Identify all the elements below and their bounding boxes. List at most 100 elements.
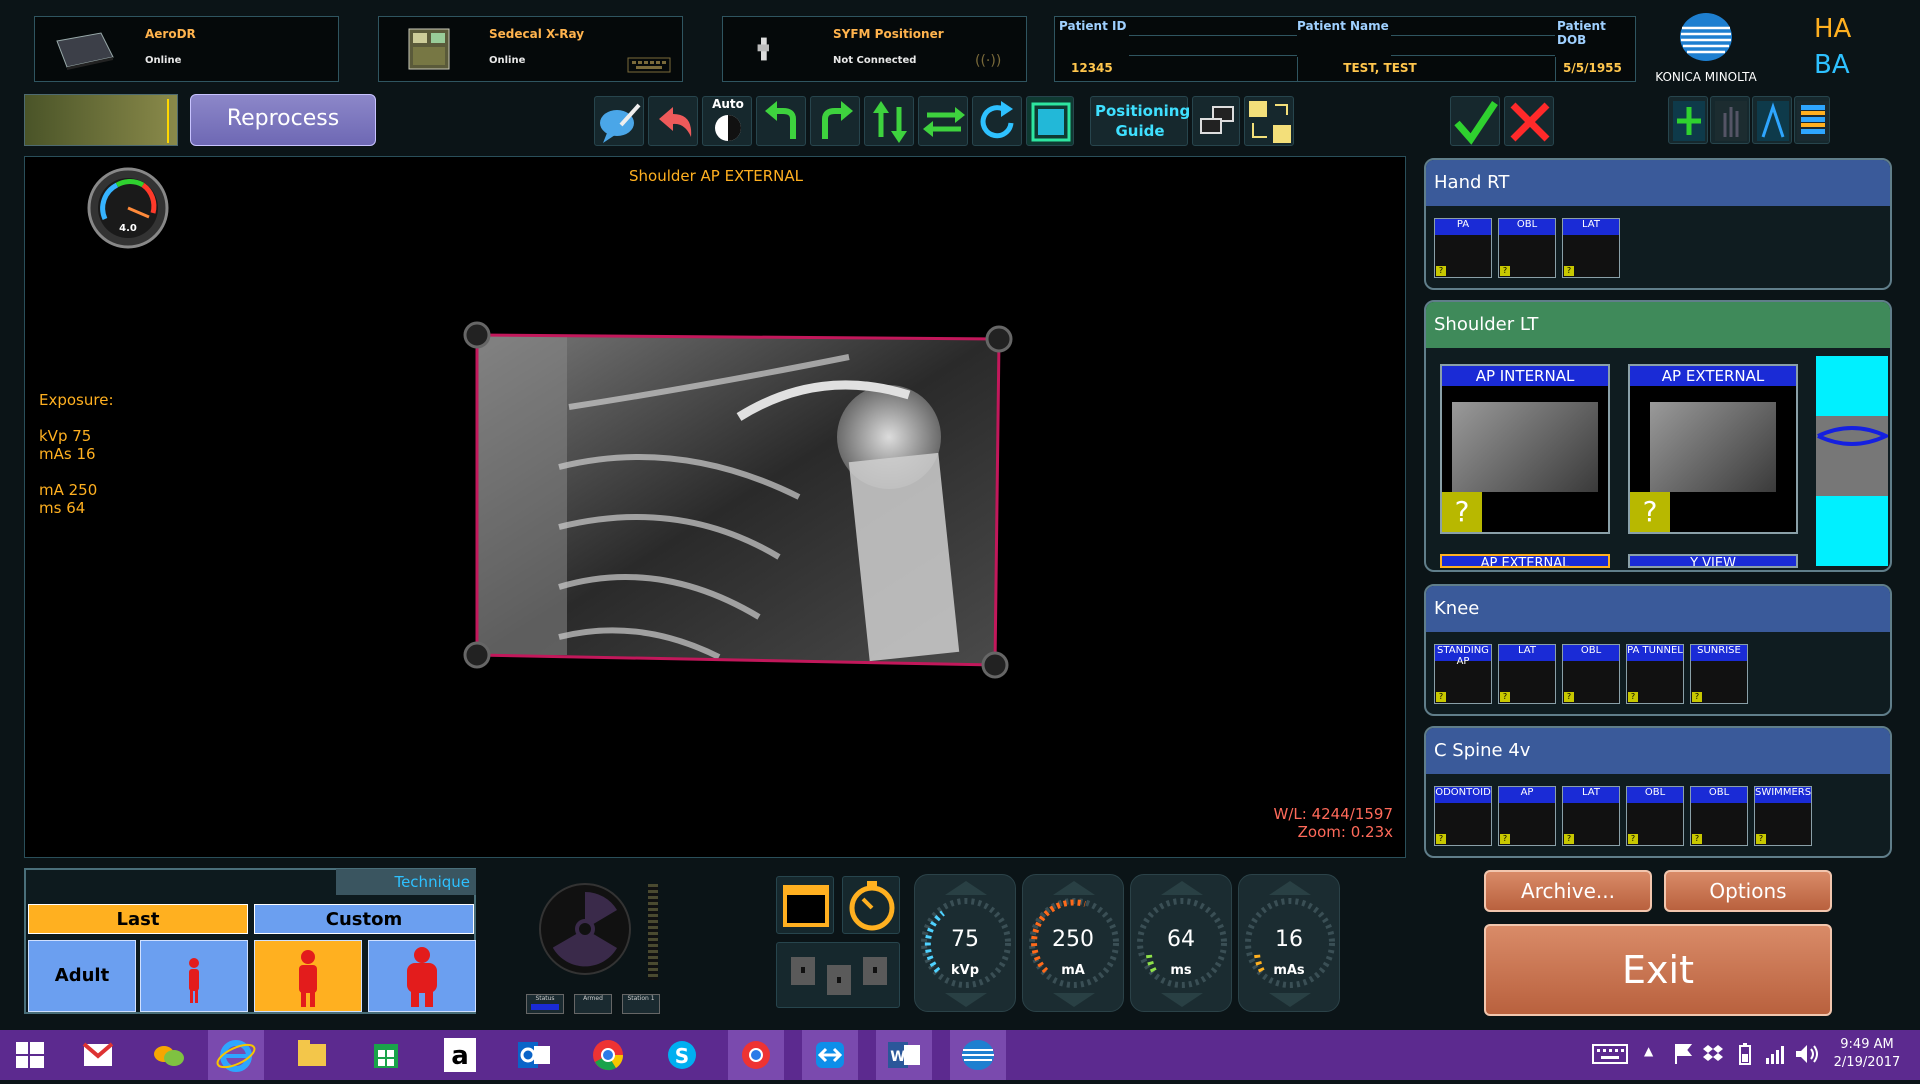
- options-button[interactable]: Options: [1664, 870, 1832, 912]
- flag-icon[interactable]: [1672, 1042, 1694, 1066]
- view-thumb[interactable]: OBL?: [1690, 786, 1748, 846]
- technique-tab[interactable]: Technique: [336, 869, 476, 895]
- last-button[interactable]: Last: [28, 904, 248, 934]
- device-name: SYFM Positioner: [833, 27, 944, 41]
- adult-button[interactable]: Adult: [28, 940, 136, 1012]
- xray-image[interactable]: [439, 287, 1029, 727]
- view-thumb-ap-internal[interactable]: AP INTERNAL ?: [1440, 364, 1610, 534]
- view-label-cut[interactable]: Y VIEW: [1628, 554, 1798, 568]
- reject-button[interactable]: [1504, 96, 1554, 146]
- volume-icon[interactable]: [1794, 1042, 1820, 1066]
- reprocess-button[interactable]: Reprocess: [190, 94, 376, 146]
- flip-vertical-button[interactable]: [864, 96, 914, 146]
- view-thumb[interactable]: ODONTOID?: [1434, 786, 1492, 846]
- hand-view-button[interactable]: [1710, 96, 1750, 144]
- clock[interactable]: 9:49 AM 2/19/2017: [1826, 1036, 1908, 1072]
- view-thumb[interactable]: LAT?: [1498, 644, 1556, 704]
- view-thumb[interactable]: LAT?: [1562, 786, 1620, 846]
- accept-button[interactable]: [1450, 96, 1500, 146]
- windows-logo-icon: [16, 1042, 44, 1068]
- view-thumb[interactable]: SWIMMERS?: [1754, 786, 1812, 846]
- rotate-right-button[interactable]: [810, 96, 860, 146]
- detector-select-button[interactable]: [776, 876, 834, 934]
- medium-body-button[interactable]: [254, 940, 362, 1012]
- mas-gauge[interactable]: 16 mAs: [1238, 874, 1340, 1012]
- question-icon: ?: [1630, 492, 1670, 532]
- custom-button[interactable]: Custom: [254, 904, 474, 934]
- exam-panel-hand[interactable]: Hand RT PA? OBL? LAT?: [1424, 158, 1892, 290]
- store-taskbar-icon[interactable]: [358, 1032, 414, 1080]
- teamviewer-taskbar-icon[interactable]: [802, 1030, 858, 1080]
- worklist-button[interactable]: [1794, 96, 1830, 144]
- auto-label: Auto: [712, 97, 744, 111]
- view-thumb[interactable]: SUNRISE?: [1690, 644, 1748, 704]
- kvp-gauge[interactable]: 75 kVp: [914, 874, 1016, 1012]
- view-thumb-ap-external[interactable]: AP EXTERNAL ?: [1628, 364, 1798, 534]
- start-button[interactable]: [6, 1032, 54, 1080]
- device-sedecal: Sedecal X-Ray Online: [378, 16, 683, 82]
- kvp-readout: kVp 75: [39, 427, 92, 445]
- exit-button[interactable]: Exit: [1484, 924, 1832, 1016]
- timer-button[interactable]: [842, 876, 900, 934]
- armed-indicator: Armed: [574, 994, 612, 1014]
- table-select-button[interactable]: [776, 942, 900, 1008]
- taskbar: a S W ▲ 9:49 AM 2/19/2017: [0, 1030, 1920, 1080]
- view-label: STANDING AP: [1437, 645, 1489, 667]
- ms-gauge[interactable]: 64 ms: [1130, 874, 1232, 1012]
- measure-button[interactable]: [1752, 96, 1792, 144]
- chrome-taskbar-icon[interactable]: [580, 1032, 636, 1080]
- armed-label: Armed: [583, 995, 603, 1002]
- archive-button[interactable]: Archive...: [1484, 870, 1652, 912]
- exam-panel-knee[interactable]: Knee STANDING AP? LAT? OBL? PA TUNNEL? S…: [1424, 584, 1892, 716]
- view-thumb[interactable]: STANDING AP?: [1434, 644, 1492, 704]
- battery-icon[interactable]: [1738, 1042, 1752, 1066]
- exam-panel-shoulder[interactable]: Shoulder LT AP INTERNAL ? AP EXTERNAL ? …: [1424, 300, 1892, 572]
- view-thumb[interactable]: OBL?: [1626, 786, 1684, 846]
- positioning-guide-button[interactable]: Positioning Guide: [1090, 96, 1190, 146]
- add-view-button[interactable]: [1668, 96, 1708, 144]
- view-thumb[interactable]: LAT?: [1562, 218, 1620, 278]
- annotate-button[interactable]: [594, 96, 644, 146]
- view-thumb[interactable]: PA?: [1434, 218, 1492, 278]
- ma-gauge[interactable]: 250 mA: [1022, 874, 1124, 1012]
- image-viewer[interactable]: Shoulder AP EXTERNAL 4.0 Exposure: kVp 7…: [24, 156, 1406, 858]
- keyboard-tray-icon[interactable]: [1592, 1042, 1628, 1066]
- exam-panel-cspine[interactable]: C Spine 4v ODONTOID? AP? LAT? OBL? OBL? …: [1424, 726, 1892, 858]
- gmail-taskbar-icon[interactable]: [70, 1032, 126, 1080]
- view-thumb[interactable]: AP?: [1498, 786, 1556, 846]
- panel-scrollbar[interactable]: [1816, 356, 1890, 566]
- konica-app-taskbar-icon[interactable]: [950, 1030, 1006, 1080]
- patient-dob-label: Patient DOB: [1557, 19, 1606, 47]
- amazon-taskbar-icon[interactable]: a: [432, 1032, 488, 1080]
- auto-button[interactable]: Auto: [702, 96, 752, 146]
- flip-vertical-icon: [873, 101, 907, 143]
- windows-button[interactable]: [1192, 96, 1240, 146]
- view-thumb[interactable]: OBL?: [1498, 218, 1556, 278]
- small-body-button[interactable]: [140, 940, 248, 1012]
- undo-button[interactable]: [648, 96, 698, 146]
- reset-rotation-button[interactable]: [972, 96, 1022, 146]
- chat-taskbar-icon[interactable]: [140, 1032, 196, 1080]
- crop-button[interactable]: [1026, 96, 1074, 146]
- view-thumb[interactable]: PA TUNNEL?: [1626, 644, 1684, 704]
- outlook-taskbar-icon[interactable]: [506, 1032, 562, 1080]
- skype-taskbar-icon[interactable]: S: [654, 1032, 710, 1080]
- signal-strength-icon[interactable]: [1764, 1042, 1786, 1066]
- x-icon: [1510, 102, 1550, 142]
- explorer-taskbar-icon[interactable]: [284, 1032, 340, 1080]
- swap-layout-button[interactable]: [1244, 96, 1294, 146]
- panel-title: C Spine 4v: [1426, 728, 1890, 774]
- chevron-up-icon[interactable]: ▲: [1644, 1044, 1660, 1064]
- dropbox-icon[interactable]: [1702, 1042, 1724, 1066]
- scroll-thumb[interactable]: [1816, 416, 1890, 496]
- view-thumb[interactable]: OBL?: [1562, 644, 1620, 704]
- large-body-button[interactable]: [368, 940, 476, 1012]
- rotate-left-button[interactable]: [756, 96, 806, 146]
- flip-horizontal-button[interactable]: [918, 96, 968, 146]
- view-label: ODONTOID: [1435, 787, 1491, 798]
- word-taskbar-icon[interactable]: W: [876, 1030, 932, 1080]
- view-label-cut[interactable]: AP EXTERNAL: [1440, 554, 1610, 568]
- ie-taskbar-icon[interactable]: [208, 1030, 264, 1080]
- chrome-profile-taskbar-icon[interactable]: [728, 1030, 784, 1080]
- view-label: PA: [1456, 219, 1470, 230]
